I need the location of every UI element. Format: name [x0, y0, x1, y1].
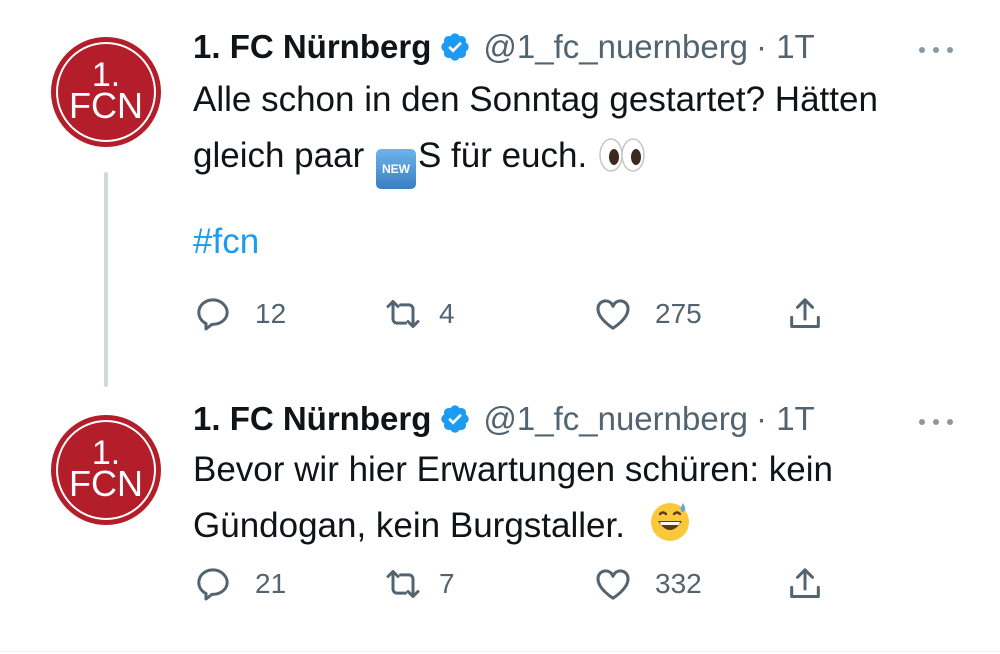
avatar-initials: FCN [69, 463, 143, 504]
timestamp[interactable]: · 1T [756, 28, 815, 66]
tweet-text-segment: gleich paar [193, 136, 374, 175]
tweet-1[interactable]: 1. FCN 1. FC Nürnberg @1_fc_nuernberg · … [0, 0, 1000, 390]
retweet-icon [386, 570, 420, 598]
tweet-text: Alle schon in den Sonntag gestartet? Hät… [193, 72, 973, 189]
tweet-actions: 12 4 275 [193, 292, 843, 336]
heart-icon [596, 569, 630, 600]
like-count: 275 [655, 298, 702, 329]
tweet-actions: 21 7 332 [193, 562, 843, 606]
tweet-header: 1. FC Nürnberg @1_fc_nuernberg · 1T [193, 22, 815, 72]
tweet-text-line-1: Alle schon in den Sonntag gestartet? Hät… [193, 80, 878, 119]
share-button[interactable] [785, 292, 825, 336]
heart-icon [596, 299, 630, 330]
user-handle[interactable]: @1_fc_nuernberg [483, 28, 748, 66]
retweet-button[interactable]: 7 [383, 562, 455, 606]
reply-count: 12 [255, 298, 287, 329]
tweet-text: Bevor wir hier Erwartungen schüren: kein… [193, 442, 973, 554]
tweet-text-line-2: Gündogan, kein Burgstaller. [193, 498, 973, 554]
reply-button[interactable]: 21 [193, 562, 286, 606]
verified-icon [441, 405, 470, 433]
avatar-initials: FCN [69, 85, 143, 126]
share-icon [790, 568, 820, 598]
share-icon [790, 298, 820, 328]
reply-icon [197, 298, 229, 331]
new-emoji-icon: NEW [375, 149, 416, 189]
avatar[interactable]: 1. FCN [48, 412, 164, 528]
retweet-count: 7 [439, 568, 455, 599]
retweet-button[interactable]: 4 [383, 292, 455, 336]
thread-connector-line [104, 172, 108, 387]
timestamp[interactable]: · 1T [756, 400, 815, 438]
tweet-header: 1. FC Nürnberg @1_fc_nuernberg · 1T [193, 394, 815, 444]
reply-count: 21 [255, 568, 287, 599]
tweet-text-segment: S für euch. [417, 136, 588, 175]
like-count: 332 [655, 568, 702, 599]
grinning-sweat-icon [650, 503, 689, 541]
tweet-text-line-2: gleich paar NEW S für euch. [193, 128, 973, 189]
hashtag-link[interactable]: #fcn [193, 222, 259, 262]
reply-icon [197, 568, 229, 601]
display-name[interactable]: 1. FC Nürnberg [193, 400, 431, 438]
user-handle[interactable]: @1_fc_nuernberg [483, 400, 748, 438]
tweet-2[interactable]: 1. FCN 1. FC Nürnberg @1_fc_nuernberg · … [0, 390, 1000, 652]
tweet-text-segment: Gündogan, kein Burgstaller. [193, 506, 625, 545]
verified-icon [441, 33, 470, 61]
divider [0, 651, 1000, 652]
tweet-text-line-1: Bevor wir hier Erwartungen schüren: kein [193, 450, 834, 489]
like-button[interactable]: 275 [593, 292, 702, 336]
more-options-icon[interactable] [912, 410, 960, 434]
avatar[interactable]: 1. FCN [48, 34, 164, 150]
display-name[interactable]: 1. FC Nürnberg [193, 28, 431, 66]
more-options-icon[interactable] [912, 38, 960, 62]
reply-button[interactable]: 12 [193, 292, 286, 336]
like-button[interactable]: 332 [593, 562, 702, 606]
retweet-icon [386, 300, 420, 328]
eyes-icon [599, 138, 645, 172]
share-button[interactable] [785, 562, 825, 606]
retweet-count: 4 [439, 298, 455, 329]
